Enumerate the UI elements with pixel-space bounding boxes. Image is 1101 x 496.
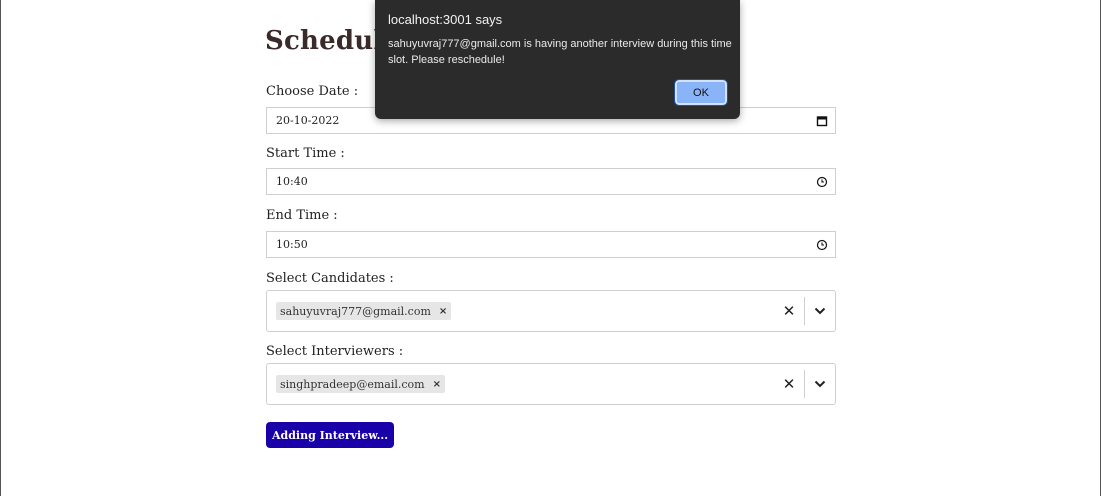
candidates-select[interactable]: sahuyuvraj777@gmail.com × ✕ bbox=[266, 290, 836, 332]
candidates-label: Select Candidates : bbox=[266, 271, 394, 286]
chevron-down-icon[interactable] bbox=[805, 380, 835, 388]
candidate-chip-label: sahuyuvraj777@gmail.com bbox=[280, 304, 431, 318]
start-time-label: Start Time : bbox=[266, 146, 345, 161]
calendar-icon[interactable] bbox=[809, 108, 835, 133]
end-time-input[interactable]: 10:50 bbox=[266, 231, 836, 258]
clock-icon[interactable] bbox=[809, 169, 835, 194]
date-label: Choose Date : bbox=[266, 84, 359, 99]
dialog-title: localhost:3001 says bbox=[388, 12, 503, 27]
start-time-value: 10:40 bbox=[276, 175, 308, 188]
dialog-message: sahuyuvraj777@gmail.com is having anothe… bbox=[388, 38, 732, 66]
interviewers-select[interactable]: singhpradeep@email.com × ✕ bbox=[266, 363, 836, 405]
interviewer-chip-label: singhpradeep@email.com bbox=[280, 377, 425, 391]
alert-dialog: localhost:3001 says sahuyuvraj777@gmail.… bbox=[375, 0, 740, 119]
interviewer-chip: singhpradeep@email.com × bbox=[276, 375, 445, 393]
start-time-input[interactable]: 10:40 bbox=[266, 168, 836, 195]
remove-chip-icon[interactable]: × bbox=[439, 306, 447, 317]
interviewers-label: Select Interviewers : bbox=[266, 344, 404, 359]
clear-all-icon[interactable]: ✕ bbox=[774, 302, 804, 320]
candidate-chip: sahuyuvraj777@gmail.com × bbox=[276, 302, 452, 320]
end-time-value: 10:50 bbox=[276, 238, 308, 251]
remove-chip-icon[interactable]: × bbox=[433, 379, 441, 390]
clear-all-icon[interactable]: ✕ bbox=[774, 375, 804, 393]
end-time-label: End Time : bbox=[266, 208, 338, 223]
ok-button[interactable]: OK bbox=[674, 79, 728, 106]
chevron-down-icon[interactable] bbox=[805, 307, 835, 315]
add-interview-button[interactable]: Adding Interview... bbox=[266, 422, 395, 448]
clock-icon[interactable] bbox=[809, 232, 835, 257]
